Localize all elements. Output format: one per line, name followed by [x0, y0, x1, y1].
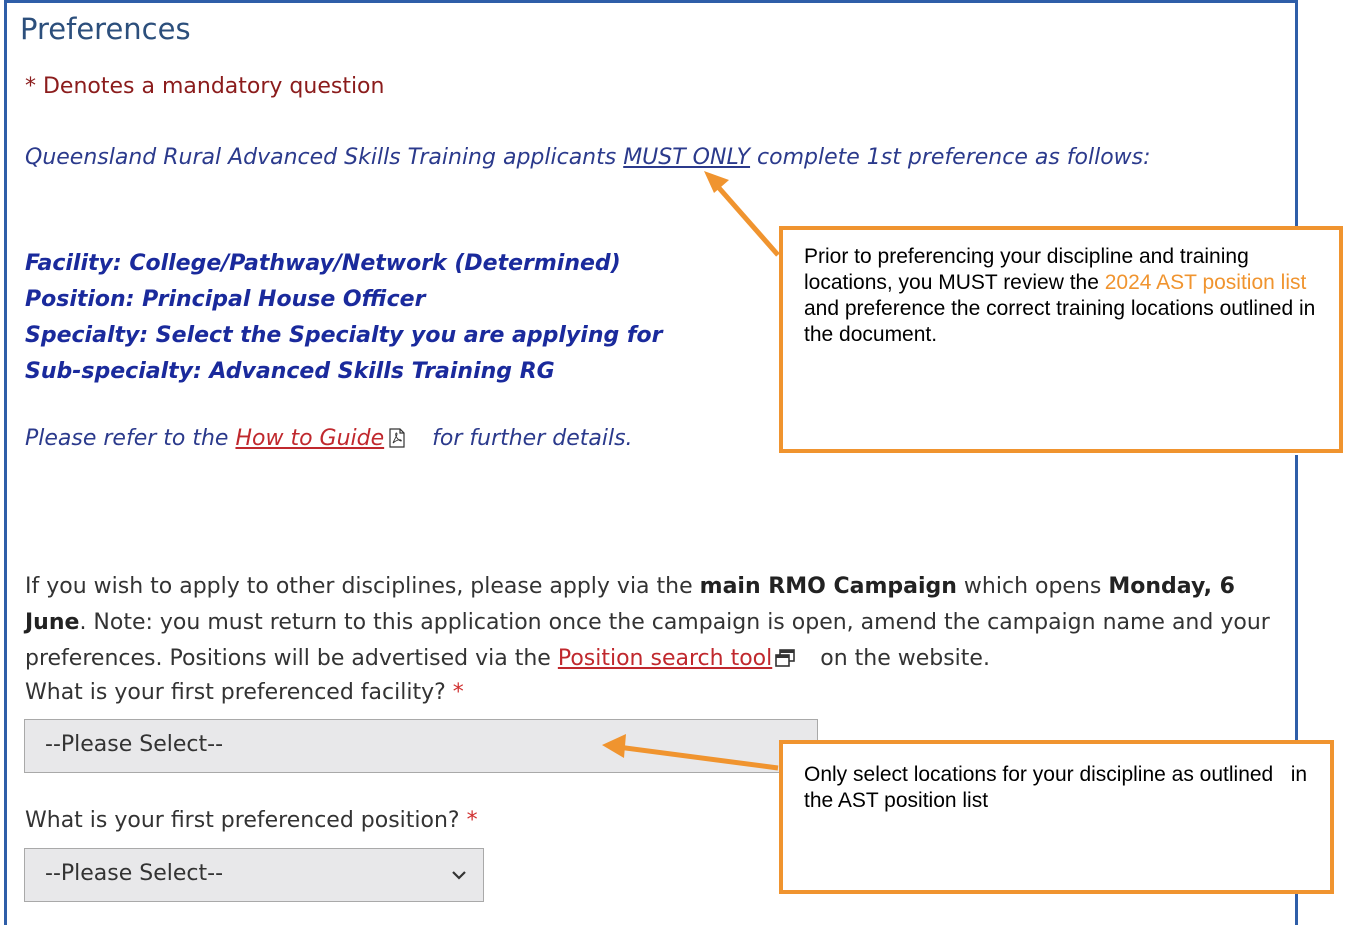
- intro-text-part: Queensland Rural Advanced Skills Trainin…: [25, 145, 624, 170]
- required-marker: *: [452, 680, 464, 705]
- paragraph-text: If you wish to apply to other discipline…: [25, 574, 700, 599]
- callout-text: and preference the correct training loca…: [804, 297, 1316, 346]
- intro-text-part: complete 1st preference as follows:: [750, 145, 1151, 170]
- refer-text: Please refer to the How to Guide for furt…: [25, 426, 633, 451]
- how-to-guide-link[interactable]: How to Guide: [235, 426, 384, 451]
- select-value: --Please Select--: [45, 861, 224, 886]
- ast-review-callout: Prior to preferencing your discipline an…: [779, 226, 1343, 453]
- requirement-facility: Facility: College/Pathway/Network (Deter…: [25, 251, 621, 276]
- panel-border-top: [4, 0, 1298, 3]
- section-title: Preferences: [20, 12, 191, 46]
- locations-callout: Only select locations for your disciplin…: [779, 740, 1334, 894]
- arrow-to-intro: [704, 171, 780, 257]
- question-text: What is your first preferenced position?: [25, 808, 460, 833]
- question-text: What is your first preferenced facility?: [25, 680, 446, 705]
- panel-border-right: [1295, 455, 1298, 740]
- intro-emphasis: MUST ONLY: [623, 145, 751, 170]
- refer-text-part: for further details.: [432, 426, 633, 451]
- requirement-specialty: Specialty: Select the Specialty you are …: [25, 323, 663, 348]
- requirements-list: Facility: College/Pathway/Network (Deter…: [25, 246, 662, 390]
- select-value: --Please Select--: [45, 732, 224, 757]
- new-window-icon: [775, 649, 796, 667]
- chevron-down-icon: [452, 871, 466, 880]
- pdf-icon: [389, 428, 405, 448]
- main-rmo-campaign-text: main RMO Campaign: [699, 574, 957, 599]
- panel-border-left: [4, 0, 7, 925]
- paragraph-text: which opens: [956, 574, 1109, 599]
- panel-border-right: [1295, 0, 1298, 240]
- facility-select[interactable]: --Please Select--: [24, 719, 818, 773]
- other-disciplines-text: If you wish to apply to other discipline…: [25, 569, 1287, 677]
- requirement-subspecialty: Sub-specialty: Advanced Skills Training …: [25, 359, 555, 384]
- requirement-position: Position: Principal House Officer: [25, 287, 426, 312]
- facility-question-label: What is your first preferenced facility?…: [25, 680, 464, 705]
- mandatory-note: * Denotes a mandatory question: [25, 74, 385, 99]
- panel-border-right: [1295, 890, 1298, 925]
- paragraph-text: on the website.: [820, 646, 990, 671]
- required-marker: *: [466, 808, 478, 833]
- ast-position-list-highlight: 2024 AST position list: [1104, 271, 1307, 294]
- intro-text: Queensland Rural Advanced Skills Trainin…: [25, 140, 1280, 176]
- refer-text-part: Please refer to the: [25, 426, 236, 451]
- position-search-tool-link[interactable]: Position search tool: [558, 646, 772, 671]
- position-select[interactable]: --Please Select--: [24, 848, 484, 902]
- position-question-label: What is your first preferenced position?…: [25, 808, 478, 833]
- callout-text: Only select locations for your disciplin…: [804, 763, 1313, 812]
